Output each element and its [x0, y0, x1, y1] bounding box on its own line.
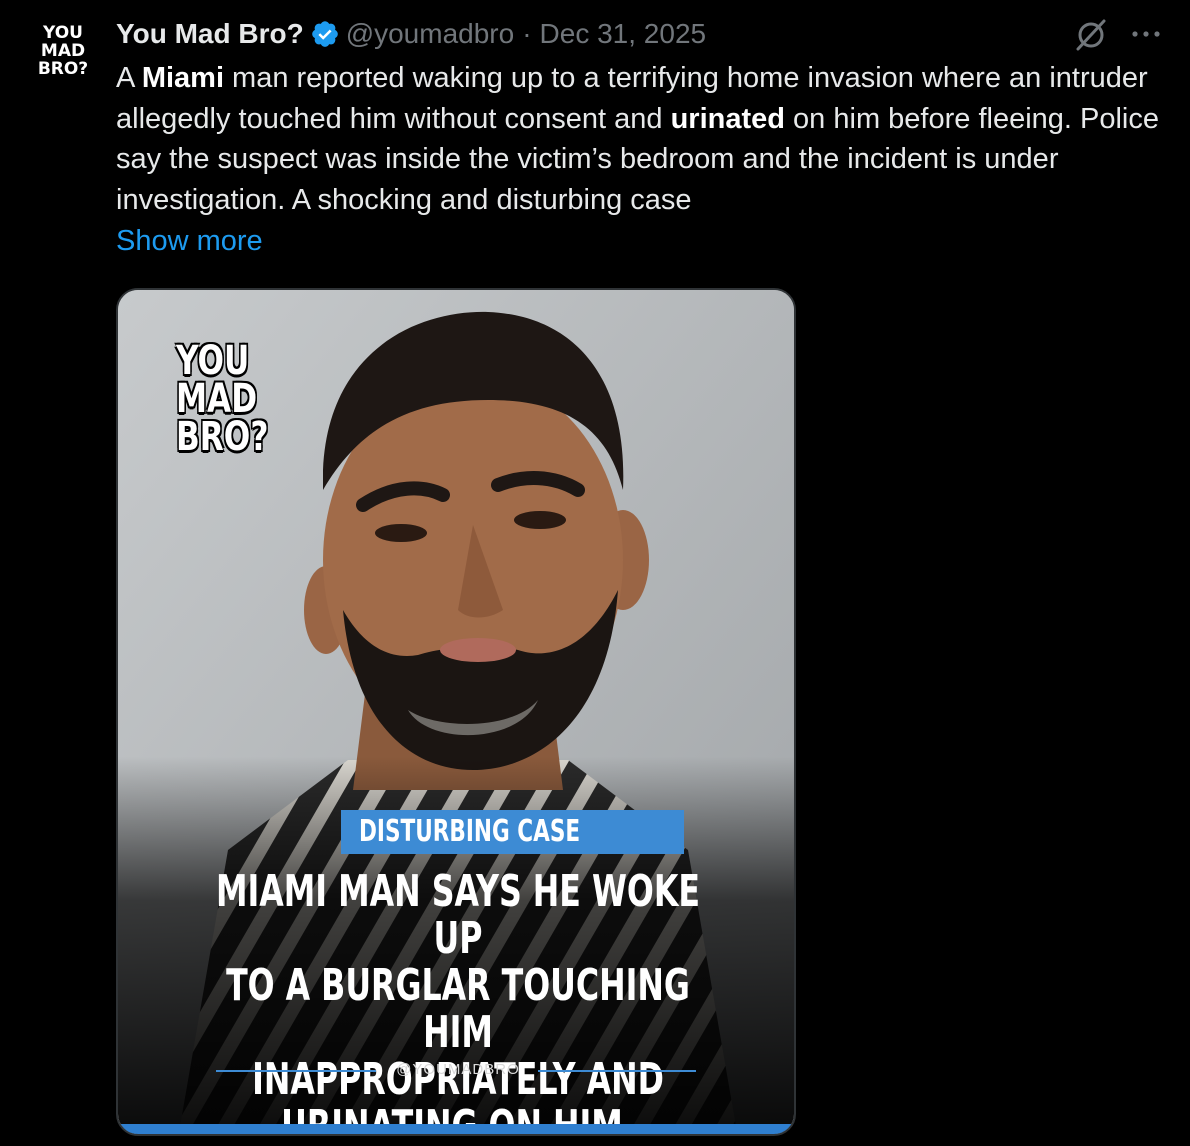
- display-name[interactable]: You Mad Bro?: [116, 18, 304, 50]
- post-date[interactable]: Dec 31, 2025: [540, 18, 707, 50]
- headline-line: MIAMI MAN SAYS HE WOKE UP: [215, 866, 701, 964]
- post-text-segment: A: [116, 62, 142, 94]
- post-text-bold: urinated: [670, 102, 785, 135]
- avatar[interactable]: YOU MAD BRO?: [28, 24, 98, 88]
- handle[interactable]: @youmadbro: [346, 18, 515, 50]
- post-media-image[interactable]: YOU MAD BRO? DISTURBING CASE MIAMI MAN S…: [116, 288, 796, 1136]
- media-logo: YOU MAD BRO?: [176, 338, 269, 460]
- grok-icon[interactable]: [1074, 18, 1108, 52]
- verified-badge-icon: [311, 21, 338, 47]
- media-logo-line: MAD: [176, 376, 258, 422]
- show-more-link[interactable]: Show more: [116, 221, 263, 261]
- post-text-bold: Miami: [141, 62, 224, 94]
- avatar-line: BRO?: [37, 59, 89, 79]
- media-headline: MIAMI MAN SAYS HE WOKE UP TO A BURGLAR T…: [118, 866, 794, 1134]
- footer-divider: [538, 1070, 696, 1072]
- more-options-icon[interactable]: [1128, 26, 1164, 42]
- media-logo-line: BRO?: [176, 414, 269, 460]
- media-logo-line: YOU: [176, 338, 250, 384]
- headline-line: TO A BURGLAR TOUCHING HIM: [226, 960, 690, 1058]
- category-badge-label: DISTURBING CASE: [359, 814, 581, 849]
- tweet-header: You Mad Bro? @youmadbro · Dec 31, 2025: [116, 14, 706, 54]
- avatar-line: MAD: [40, 41, 86, 61]
- avatar-line: YOU: [43, 23, 83, 43]
- category-badge: DISTURBING CASE: [341, 810, 685, 854]
- tweet[interactable]: YOU MAD BRO? You Mad Bro? @youmadbro · D…: [0, 0, 1190, 1146]
- separator-dot: ·: [522, 18, 532, 49]
- media-bottom-bar: [118, 1124, 794, 1134]
- post-text: A Miami man reported waking up to a terr…: [116, 58, 1176, 220]
